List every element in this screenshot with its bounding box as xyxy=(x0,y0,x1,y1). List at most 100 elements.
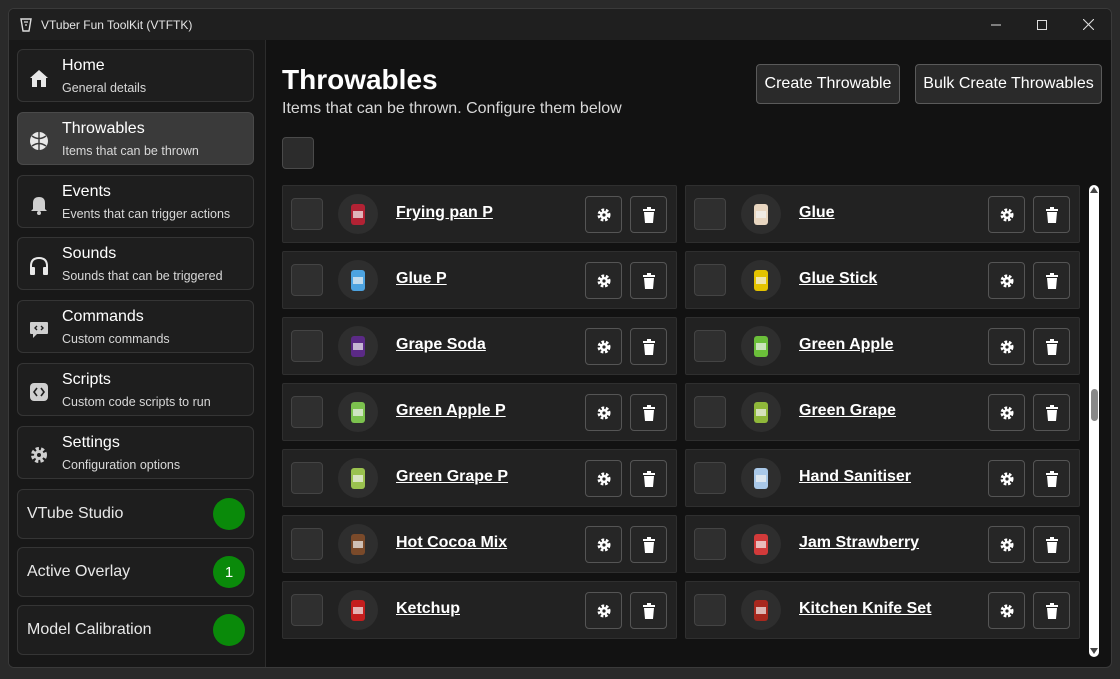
ball-icon xyxy=(28,130,48,150)
throwable-card: Green Apple P xyxy=(282,383,677,441)
item-delete-button[interactable] xyxy=(630,196,667,233)
gear-icon xyxy=(1000,406,1013,419)
item-settings-button[interactable] xyxy=(988,328,1025,365)
item-delete-button[interactable] xyxy=(1033,328,1070,365)
status-model-calibration[interactable]: Model Calibration xyxy=(17,605,254,655)
item-checkbox[interactable] xyxy=(694,330,726,362)
item-delete-button[interactable] xyxy=(630,460,667,497)
item-delete-button[interactable] xyxy=(1033,394,1070,431)
item-settings-button[interactable] xyxy=(988,460,1025,497)
item-checkbox[interactable] xyxy=(694,528,726,560)
item-delete-button[interactable] xyxy=(1033,262,1070,299)
trash-icon xyxy=(642,272,655,289)
scroll-up-icon[interactable] xyxy=(1090,187,1098,193)
scroll-thumb[interactable] xyxy=(1091,389,1098,421)
item-settings-button[interactable] xyxy=(988,262,1025,299)
sidebar-item-sounds[interactable]: Sounds Sounds that can be triggered xyxy=(17,237,254,290)
item-delete-button[interactable] xyxy=(1033,592,1070,629)
trash-icon xyxy=(1045,470,1058,487)
bulk-create-throwables-button[interactable]: Bulk Create Throwables xyxy=(915,64,1102,104)
item-delete-button[interactable] xyxy=(630,394,667,431)
item-checkbox[interactable] xyxy=(291,198,323,230)
scroll-track[interactable] xyxy=(1089,185,1099,657)
item-name-link[interactable]: Grape Soda xyxy=(396,336,486,354)
item-checkbox[interactable] xyxy=(694,264,726,296)
window-title: VTuber Fun ToolKit (VTFTK) xyxy=(41,17,193,32)
item-name-link[interactable]: Glue xyxy=(799,204,835,222)
sidebar-item-description: Events that can trigger actions xyxy=(62,207,231,221)
item-checkbox[interactable] xyxy=(694,594,726,626)
select-all-checkbox[interactable] xyxy=(282,137,314,169)
item-settings-button[interactable] xyxy=(585,460,622,497)
sidebar-item-scripts[interactable]: Scripts Custom code scripts to run xyxy=(17,363,254,416)
item-checkbox[interactable] xyxy=(291,528,323,560)
create-throwable-button[interactable]: Create Throwable xyxy=(756,64,900,104)
gear-icon xyxy=(597,340,610,353)
item-checkbox[interactable] xyxy=(291,330,323,362)
item-name-link[interactable]: Green Apple xyxy=(799,336,894,354)
throwable-card: Ketchup xyxy=(282,581,677,639)
status-indicator: 1 xyxy=(213,556,245,588)
sidebar-item-description: Configuration options xyxy=(62,458,181,472)
item-delete-button[interactable] xyxy=(630,328,667,365)
item-settings-button[interactable] xyxy=(585,262,622,299)
item-settings-button[interactable] xyxy=(988,592,1025,629)
trash-icon xyxy=(1045,602,1058,619)
item-checkbox[interactable] xyxy=(291,594,323,626)
gear-icon xyxy=(1000,472,1013,485)
sidebar-item-label: Scripts xyxy=(62,371,111,388)
item-settings-button[interactable] xyxy=(585,196,622,233)
item-settings-button[interactable] xyxy=(585,592,622,629)
gear-icon xyxy=(597,604,610,617)
item-name-link[interactable]: Jam Strawberry xyxy=(799,534,919,552)
sidebar-item-throwables[interactable]: Throwables Items that can be thrown xyxy=(17,112,254,165)
maximize-button[interactable] xyxy=(1019,9,1065,40)
item-name-link[interactable]: Green Grape P xyxy=(396,468,508,486)
item-settings-button[interactable] xyxy=(988,196,1025,233)
sidebar-item-home[interactable]: Home General details xyxy=(17,49,254,102)
sidebar-item-description: Custom code scripts to run xyxy=(62,395,211,409)
sidebar-item-settings[interactable]: Settings Configuration options xyxy=(17,426,254,479)
item-checkbox[interactable] xyxy=(694,462,726,494)
sidebar: Home General details Throwables Items th… xyxy=(9,40,266,667)
item-delete-button[interactable] xyxy=(630,592,667,629)
item-delete-button[interactable] xyxy=(630,262,667,299)
status-active-overlay[interactable]: Active Overlay 1 xyxy=(17,547,254,597)
item-settings-button[interactable] xyxy=(585,328,622,365)
item-name-link[interactable]: Kitchen Knife Set xyxy=(799,600,931,618)
item-delete-button[interactable] xyxy=(1033,196,1070,233)
sidebar-item-label: Commands xyxy=(62,308,144,325)
item-checkbox[interactable] xyxy=(694,396,726,428)
item-thumbnail xyxy=(338,524,378,564)
sidebar-item-label: Settings xyxy=(62,434,120,451)
item-settings-button[interactable] xyxy=(988,394,1025,431)
item-name-link[interactable]: Hand Sanitiser xyxy=(799,468,911,486)
item-name-link[interactable]: Hot Cocoa Mix xyxy=(396,534,507,552)
minimize-button[interactable] xyxy=(973,9,1019,40)
item-settings-button[interactable] xyxy=(988,526,1025,563)
sidebar-item-events[interactable]: Events Events that can trigger actions xyxy=(17,175,254,228)
scroll-down-icon[interactable] xyxy=(1090,648,1098,654)
item-checkbox[interactable] xyxy=(291,396,323,428)
item-settings-button[interactable] xyxy=(585,526,622,563)
item-name-link[interactable]: Green Apple P xyxy=(396,402,506,420)
item-checkbox[interactable] xyxy=(291,264,323,296)
item-checkbox[interactable] xyxy=(291,462,323,494)
item-name-link[interactable]: Ketchup xyxy=(396,600,460,618)
item-name-link[interactable]: Glue Stick xyxy=(799,270,877,288)
scrollbar[interactable] xyxy=(1086,185,1100,657)
status-vtube-studio[interactable]: VTube Studio xyxy=(17,489,254,539)
trash-icon xyxy=(642,404,655,421)
item-name-link[interactable]: Glue P xyxy=(396,270,447,288)
item-settings-button[interactable] xyxy=(585,394,622,431)
item-delete-button[interactable] xyxy=(1033,526,1070,563)
item-thumbnail xyxy=(741,590,781,630)
item-name-link[interactable]: Green Grape xyxy=(799,402,896,420)
close-button[interactable] xyxy=(1065,9,1111,40)
item-delete-button[interactable] xyxy=(630,526,667,563)
sidebar-item-commands[interactable]: Commands Custom commands xyxy=(17,300,254,353)
item-name-link[interactable]: Frying pan P xyxy=(396,204,493,222)
app-window: VTuber Fun ToolKit (VTFTK) Home General … xyxy=(8,8,1112,668)
item-checkbox[interactable] xyxy=(694,198,726,230)
item-delete-button[interactable] xyxy=(1033,460,1070,497)
